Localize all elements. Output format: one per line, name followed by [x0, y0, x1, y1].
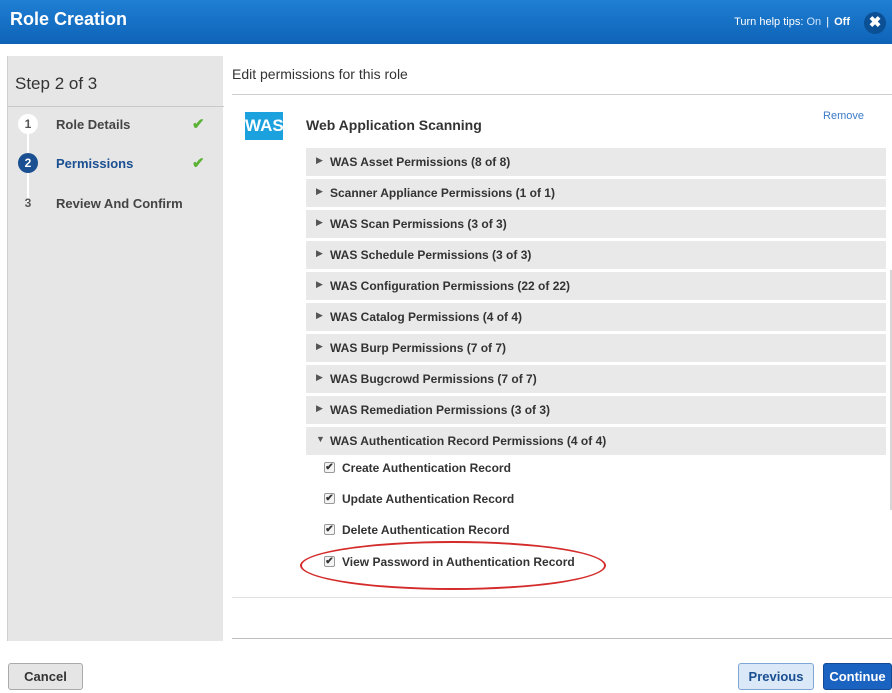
step-number: 3: [24, 196, 32, 210]
footer-divider: [232, 638, 892, 639]
permission-group-label: WAS Bugcrowd Permissions (7 of 7): [330, 372, 537, 386]
permission-group-was-authentication-record[interactable]: ▼ WAS Authentication Record Permissions …: [306, 427, 886, 455]
permission-group-label: WAS Asset Permissions (8 of 8): [330, 155, 511, 169]
continue-button[interactable]: Continue: [823, 663, 892, 690]
permission-group-label: WAS Schedule Permissions (3 of 3): [330, 248, 532, 262]
expand-arrow-icon: ▶: [316, 403, 323, 413]
permission-label: Update Authentication Record: [342, 492, 515, 506]
module-title: Web Application Scanning: [306, 117, 482, 133]
remove-module-link[interactable]: Remove: [823, 110, 864, 122]
permission-group-was-burp[interactable]: ▶ WAS Burp Permissions (7 of 7): [306, 334, 886, 362]
checkbox[interactable]: ✔: [324, 493, 335, 504]
permission-group-scanner-appliance[interactable]: ▶ Scanner Appliance Permissions (1 of 1): [306, 179, 886, 207]
expand-arrow-icon: ▶: [316, 186, 323, 196]
permission-group-was-scan[interactable]: ▶ WAS Scan Permissions (3 of 3): [306, 210, 886, 238]
permission-group-was-remediation[interactable]: ▶ WAS Remediation Permissions (3 of 3): [306, 396, 886, 424]
permission-group-was-asset[interactable]: ▶ WAS Asset Permissions (8 of 8): [306, 148, 886, 176]
was-logo: WAS: [245, 112, 284, 140]
permission-label: Create Authentication Record: [342, 461, 511, 475]
permission-group-label: WAS Scan Permissions (3 of 3): [330, 217, 507, 231]
step-label: Permissions: [56, 156, 134, 171]
steps-panel: Step 2 of 3 1 Role Details ✔ 2 Permissio…: [7, 56, 224, 641]
permission-group-was-configuration[interactable]: ▶ WAS Configuration Permissions (22 of 2…: [306, 272, 886, 300]
expand-arrow-icon: ▶: [316, 310, 323, 320]
expand-arrow-icon: ▶: [316, 279, 323, 289]
permission-group-was-bugcrowd[interactable]: ▶ WAS Bugcrowd Permissions (7 of 7): [306, 365, 886, 393]
permission-group-label: WAS Configuration Permissions (22 of 22): [330, 279, 571, 293]
section-divider: [232, 597, 892, 598]
page-title: Edit permissions for this role: [232, 66, 408, 82]
help-tips-label: Turn help tips:: [734, 16, 804, 28]
permission-group-label: WAS Authentication Record Permissions (4…: [330, 434, 607, 448]
step-label: Role Details: [56, 117, 131, 132]
expand-arrow-icon: ▶: [316, 217, 323, 227]
expand-arrow-icon: ▶: [316, 372, 323, 382]
help-tips-toggle: Turn help tips: On | Off: [734, 16, 850, 28]
step-counter: Step 2 of 3: [15, 74, 98, 93]
step-permissions[interactable]: 2 Permissions ✔: [8, 148, 224, 178]
permission-label: Delete Authentication Record: [342, 523, 510, 537]
steps-divider: [8, 106, 224, 107]
cancel-button[interactable]: Cancel: [8, 663, 83, 690]
previous-button[interactable]: Previous: [738, 663, 814, 690]
permission-group-label: Scanner Appliance Permissions (1 of 1): [330, 186, 555, 200]
checkmark-icon: ✔: [192, 116, 205, 133]
permission-group-label: WAS Catalog Permissions (4 of 4): [330, 310, 523, 324]
expand-arrow-icon: ▶: [316, 248, 323, 258]
dialog-title-bar: Role Creation Turn help tips: On | Off ✖: [0, 0, 892, 44]
heading-divider: [232, 94, 892, 95]
expand-arrow-icon: ▶: [316, 155, 323, 165]
step-review-and-confirm[interactable]: 3 Review And Confirm: [8, 188, 224, 218]
help-tips-on-link[interactable]: On: [806, 16, 821, 28]
permission-group-was-schedule[interactable]: ▶ WAS Schedule Permissions (3 of 3): [306, 241, 886, 269]
help-tips-separator: |: [826, 16, 830, 28]
step-number: 2: [18, 153, 38, 173]
close-icon[interactable]: ✖: [864, 12, 886, 34]
checkmark-icon: ✔: [192, 155, 205, 172]
permission-group-label: WAS Remediation Permissions (3 of 3): [330, 403, 551, 417]
step-number: 1: [18, 114, 38, 134]
collapse-arrow-icon: ▼: [316, 434, 325, 444]
checkbox[interactable]: ✔: [324, 524, 335, 535]
dialog-title: Role Creation: [10, 9, 128, 29]
step-label: Review And Confirm: [56, 196, 183, 211]
help-tips-off-link[interactable]: Off: [834, 16, 850, 28]
checkbox[interactable]: ✔: [324, 462, 335, 473]
permission-group-was-catalog[interactable]: ▶ WAS Catalog Permissions (4 of 4): [306, 303, 886, 331]
permission-group-label: WAS Burp Permissions (7 of 7): [330, 341, 507, 355]
highlight-annotation-ellipse: [300, 541, 606, 590]
expand-arrow-icon: ▶: [316, 341, 323, 351]
step-role-details[interactable]: 1 Role Details ✔: [8, 109, 224, 139]
